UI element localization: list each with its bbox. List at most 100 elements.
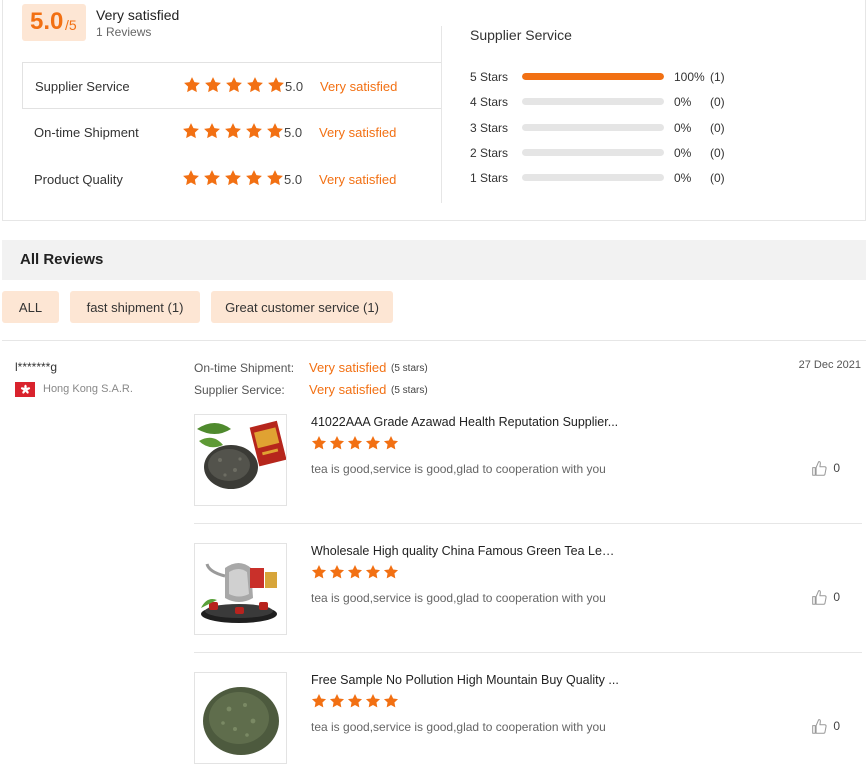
filter-tag-all[interactable]: ALL — [2, 291, 59, 323]
rating-row-score: 5.0 — [285, 79, 304, 94]
star-icon — [268, 77, 284, 93]
product-title-link[interactable]: Wholesale High quality China Famous Gree… — [311, 544, 621, 558]
breakdown-count: (1) — [710, 70, 725, 84]
breakdown-label: 4 Stars — [470, 95, 509, 110]
star-icon — [267, 123, 283, 139]
star-rating — [183, 76, 285, 94]
breakdown-percent: 0% — [674, 171, 692, 186]
star-icon — [383, 564, 399, 579]
star-icon — [184, 77, 200, 93]
star-icon — [311, 564, 327, 579]
rating-row-text: Very satisfied — [320, 79, 398, 94]
breakdown-count: (0) — [710, 145, 725, 160]
rating-summary-card: 5.0 /5 Very satisfied 1 Reviews Supplier… — [2, 0, 866, 221]
review-comment: tea is good,service is good,glad to coop… — [311, 462, 606, 476]
star-icon — [246, 123, 262, 139]
breakdown-row-2-stars: 2 Stars 0% (0) — [470, 143, 770, 168]
filter-tag-great-customer-service[interactable]: Great customer service (1) — [211, 291, 393, 323]
rating-row-product-quality[interactable]: Product Quality 5.0 Very satisfied — [22, 156, 441, 203]
rating-row-label: Product Quality — [34, 172, 123, 187]
breakdown-bar — [522, 148, 664, 156]
meta-value-supplier-service: Very satisfied — [309, 382, 387, 397]
star-rating — [311, 693, 399, 709]
breakdown-row-3-stars: 3 Stars 0% (0) — [470, 118, 770, 143]
filter-tag-fast-shipment[interactable]: fast shipment (1) — [70, 291, 200, 323]
review-date: 27 Dec 2021 — [798, 359, 861, 371]
product-divider — [194, 523, 862, 524]
breakdown-bar — [522, 73, 664, 80]
reviews-divider — [2, 340, 866, 341]
thumbs-up-icon[interactable] — [811, 589, 828, 606]
star-icon — [329, 693, 345, 708]
breakdown-label: 3 Stars — [470, 120, 509, 135]
meta-label-supplier-service: Supplier Service: — [194, 383, 285, 397]
product-thumbnail-green-tea-package[interactable] — [194, 414, 287, 506]
hong-kong-flag-icon — [15, 382, 35, 397]
breakdown-label: 2 Stars — [470, 145, 509, 160]
star-icon — [204, 123, 220, 139]
breakdown-count: (0) — [710, 171, 725, 186]
breakdown-row-1-stars: 1 Stars 0% (0) — [470, 168, 770, 193]
breakdown-percent: 0% — [674, 120, 692, 135]
star-rating — [182, 122, 284, 140]
breakdown-count: (0) — [710, 120, 725, 135]
meta-value-on-time-shipment: Very satisfied — [309, 360, 387, 375]
like-count: 0 — [833, 461, 840, 475]
star-icon — [347, 693, 363, 708]
breakdown-label: 5 Stars — [470, 70, 509, 84]
like-count: 0 — [833, 590, 840, 604]
product-title-link[interactable]: Free Sample No Pollution High Mountain B… — [311, 673, 621, 687]
star-icon — [267, 170, 283, 186]
star-icon — [383, 693, 399, 708]
star-icon — [347, 564, 363, 579]
product-divider — [194, 652, 862, 653]
breakdown-bar-fill — [522, 73, 664, 80]
breakdown-bar — [522, 123, 664, 131]
star-icon — [347, 435, 363, 450]
category-ratings: Supplier Service 5.0 Very satisfied On-t… — [22, 62, 442, 203]
reviewed-product: 41022AAA Grade Azawad Health Reputation … — [194, 414, 862, 506]
star-rating — [311, 564, 399, 580]
star-icon — [329, 564, 345, 579]
breakdown-title: Supplier Service — [470, 27, 572, 43]
meta-stars-on-time-shipment: (5 stars) — [391, 363, 428, 374]
overall-score-denominator: /5 — [65, 17, 77, 33]
product-thumbnail-gunpowder-tea[interactable] — [194, 672, 287, 764]
breakdown-label: 1 Stars — [470, 171, 509, 186]
breakdown-percent: 0% — [674, 95, 692, 110]
rating-row-score: 5.0 — [284, 125, 303, 140]
product-title-link[interactable]: 41022AAA Grade Azawad Health Reputation … — [311, 415, 621, 429]
product-thumbnail-tea-set[interactable] — [194, 543, 287, 635]
like-count: 0 — [833, 719, 840, 733]
vertical-divider — [441, 26, 442, 203]
all-reviews-header: All Reviews — [2, 240, 866, 280]
star-icon — [365, 693, 381, 708]
breakdown-row-5-stars: 5 Stars 100% (1) — [470, 67, 770, 92]
breakdown-percent: 100% — [674, 70, 705, 84]
star-icon — [329, 435, 345, 450]
meta-stars-supplier-service: (5 stars) — [391, 385, 428, 396]
thumbs-up-icon[interactable] — [811, 460, 828, 477]
star-icon — [225, 123, 241, 139]
overall-score-badge: 5.0 /5 — [22, 4, 86, 41]
reviewer-country: Hong Kong S.A.R. — [43, 383, 133, 395]
review-comment: tea is good,service is good,glad to coop… — [311, 720, 606, 734]
star-icon — [247, 77, 263, 93]
reviews-count: 1 Reviews — [96, 25, 152, 39]
star-icon — [311, 435, 327, 450]
star-icon — [246, 170, 262, 186]
star-icon — [204, 170, 220, 186]
rating-row-supplier-service[interactable]: Supplier Service 5.0 Very satisfied — [22, 62, 442, 109]
all-reviews-title: All Reviews — [20, 251, 104, 268]
breakdown-count: (0) — [710, 95, 725, 110]
rating-row-on-time-shipment[interactable]: On-time Shipment 5.0 Very satisfied — [22, 109, 441, 156]
reviewed-product: Wholesale High quality China Famous Gree… — [194, 543, 862, 635]
thumbs-up-icon[interactable] — [811, 718, 828, 735]
rating-row-label: On-time Shipment — [34, 125, 139, 140]
star-icon — [383, 435, 399, 450]
star-icon — [226, 77, 242, 93]
star-icon — [225, 170, 241, 186]
star-breakdown: 5 Stars 100% (1) 4 Stars 0% (0) 3 Stars … — [470, 67, 770, 193]
star-icon — [311, 693, 327, 708]
star-rating — [182, 169, 284, 187]
